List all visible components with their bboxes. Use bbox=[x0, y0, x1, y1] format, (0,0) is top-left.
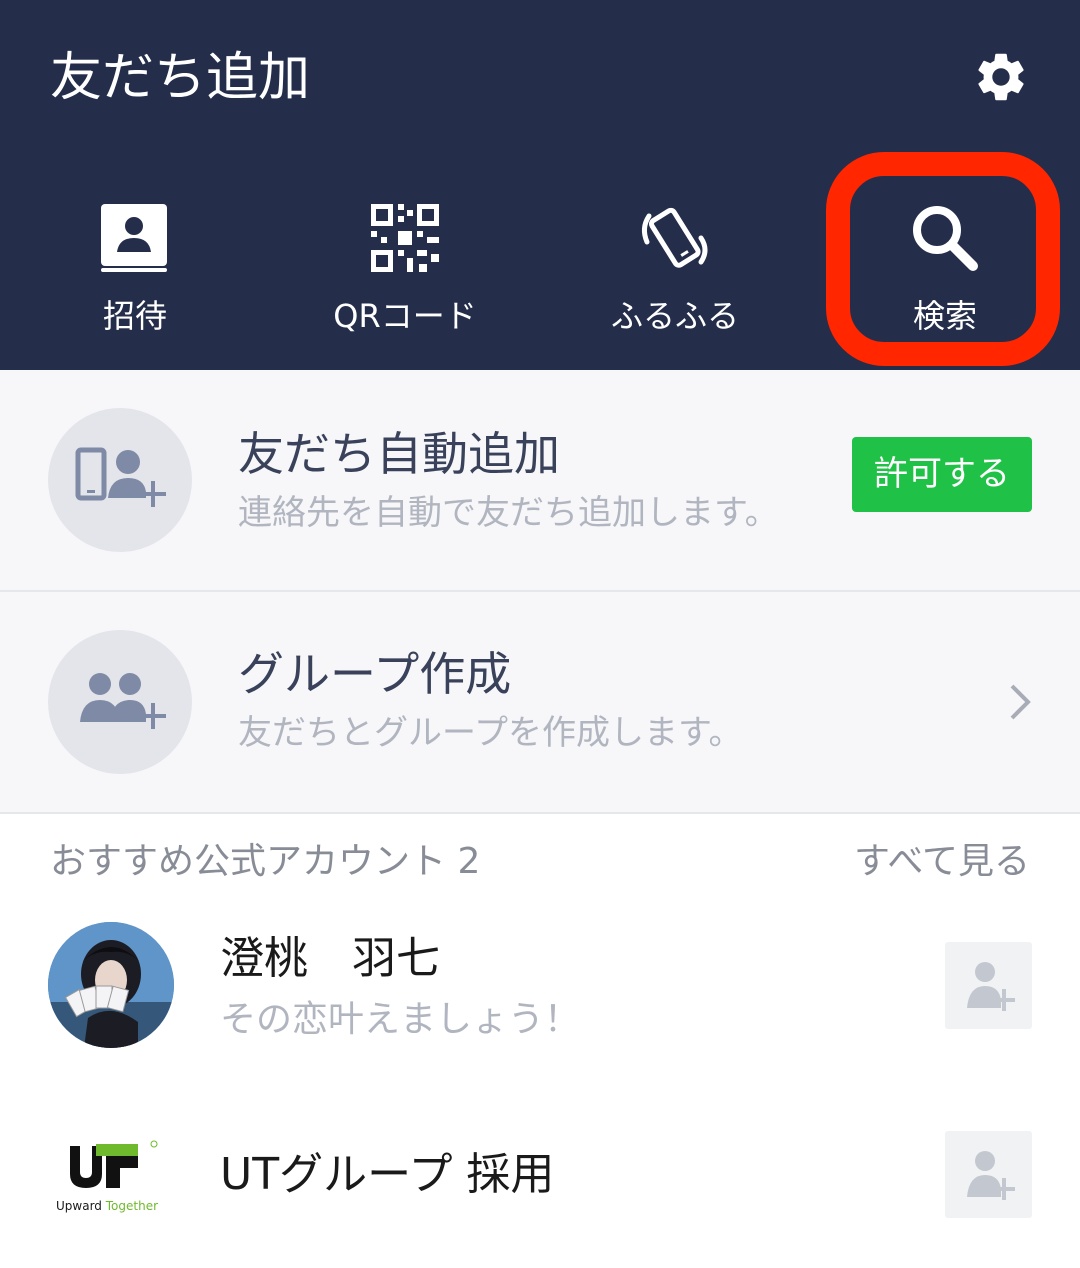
add-friend-button[interactable] bbox=[945, 1131, 1032, 1218]
divider bbox=[0, 812, 1080, 814]
avatar[interactable] bbox=[48, 922, 174, 1048]
chevron-right-icon bbox=[1010, 684, 1031, 720]
shake-button[interactable]: ふるふる bbox=[540, 190, 810, 350]
contact-book-icon bbox=[101, 204, 167, 272]
auto-add-title: 友だち自動追加 bbox=[238, 427, 560, 481]
add-person-icon bbox=[967, 962, 1015, 1011]
page-title: 友だち追加 bbox=[50, 48, 311, 108]
add-friend-button[interactable] bbox=[945, 942, 1032, 1029]
invite-button[interactable]: 招待 bbox=[0, 190, 270, 350]
add-person-icon bbox=[967, 1151, 1015, 1200]
phone-person-plus-icon bbox=[75, 447, 166, 507]
qr-code-button[interactable]: QRコード bbox=[270, 190, 540, 350]
group-create-row[interactable]: グループ作成 友だちとグループを作成します。 bbox=[0, 592, 1080, 812]
see-all-link[interactable]: すべて見る bbox=[854, 838, 1030, 886]
group-plus-icon bbox=[80, 673, 166, 729]
account-name: UTグループ 採用 bbox=[220, 1149, 555, 1200]
qr-code-label: QRコード bbox=[333, 297, 477, 335]
qr-code-icon bbox=[371, 204, 439, 272]
section-heading: おすすめ公式アカウント 2 bbox=[50, 841, 481, 882]
search-icon bbox=[913, 206, 978, 271]
invite-label: 招待 bbox=[102, 297, 167, 335]
search-button[interactable]: 検索 bbox=[810, 190, 1080, 350]
search-label: 検索 bbox=[912, 297, 977, 335]
account-subtitle: その恋叶えましょう！ bbox=[220, 999, 581, 1040]
group-create-title: グループ作成 bbox=[238, 647, 512, 701]
allow-button[interactable]: 許可する bbox=[852, 437, 1032, 512]
auto-add-avatar bbox=[48, 408, 192, 552]
shake-phone-icon bbox=[641, 207, 708, 268]
ut-tagline: Upward Together bbox=[56, 1199, 159, 1213]
group-create-avatar bbox=[48, 630, 192, 774]
group-create-subtitle: 友だちとグループを作成します。 bbox=[238, 713, 743, 753]
account-name: 澄桃 羽七 bbox=[220, 933, 440, 984]
gear-icon[interactable] bbox=[972, 48, 1030, 106]
auto-add-subtitle: 連絡先を自動で友だち追加します。 bbox=[238, 493, 779, 533]
header-bar: 友だち追加 招待 QRコード ふるふる 検索 bbox=[0, 0, 1080, 370]
shake-label: ふるふる bbox=[610, 297, 739, 335]
